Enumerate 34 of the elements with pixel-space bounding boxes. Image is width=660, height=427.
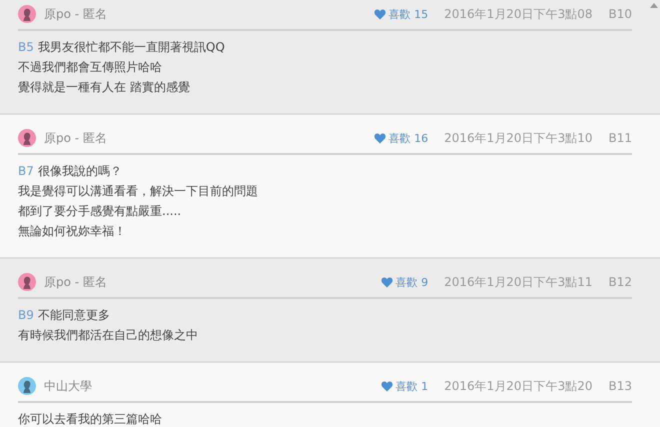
like-button[interactable]: 喜歡 1	[380, 378, 428, 394]
author-name: 中山大學	[44, 378, 93, 394]
comment-text: 無論如何祝妳幸福！	[18, 223, 127, 240]
like-button[interactable]: 喜歡 15	[374, 6, 428, 22]
comment-text: 我是覺得可以溝通看看，解決一下目前的問題	[18, 183, 259, 200]
floor-number: B12	[608, 275, 632, 289]
like-button[interactable]: 喜歡 16	[374, 130, 428, 146]
floor-number: B10	[608, 7, 632, 21]
comment-text: B9 不能同意更多	[18, 307, 111, 324]
author-name: 原po - 匿名	[44, 6, 108, 22]
heart-icon	[380, 380, 393, 392]
reply-link[interactable]: B7	[18, 164, 34, 178]
post-time: 2016年1月20日下午3點11	[444, 274, 592, 290]
post-time: 2016年1月20日下午3點20	[444, 378, 592, 394]
heart-icon	[380, 276, 393, 288]
author-name: 原po - 匿名	[44, 274, 108, 290]
floor-number: B11	[608, 131, 632, 145]
comment-text: 覺得就是一種有人在 踏實的感覺	[18, 79, 191, 96]
comment-text: B5 我男友很忙都不能一直開著視訊QQ	[18, 39, 226, 56]
comment-text: B7 很像我說的嗎？	[18, 163, 123, 180]
like-button[interactable]: 喜歡 9	[380, 274, 428, 290]
comment-text: 都到了要分手感覺有點嚴重.....	[18, 203, 182, 220]
floor-number: B13	[608, 379, 632, 393]
reply-link[interactable]: B9	[18, 308, 34, 322]
author-name: 原po - 匿名	[44, 130, 108, 146]
scroll-up-icon[interactable]	[650, 2, 658, 8]
comment-text: 不過我們都會互傳照片哈哈	[18, 59, 163, 76]
post-time: 2016年1月20日下午3點08	[444, 6, 592, 22]
comment-text: 有時候我們都活在自己的想像之中	[18, 327, 199, 344]
comment-text: 你可以去看我的第三篇哈哈	[18, 411, 163, 427]
post-time: 2016年1月20日下午3點10	[444, 130, 592, 146]
reply-link[interactable]: B5	[18, 40, 34, 54]
heart-icon	[374, 8, 386, 20]
heart-icon	[374, 132, 386, 144]
